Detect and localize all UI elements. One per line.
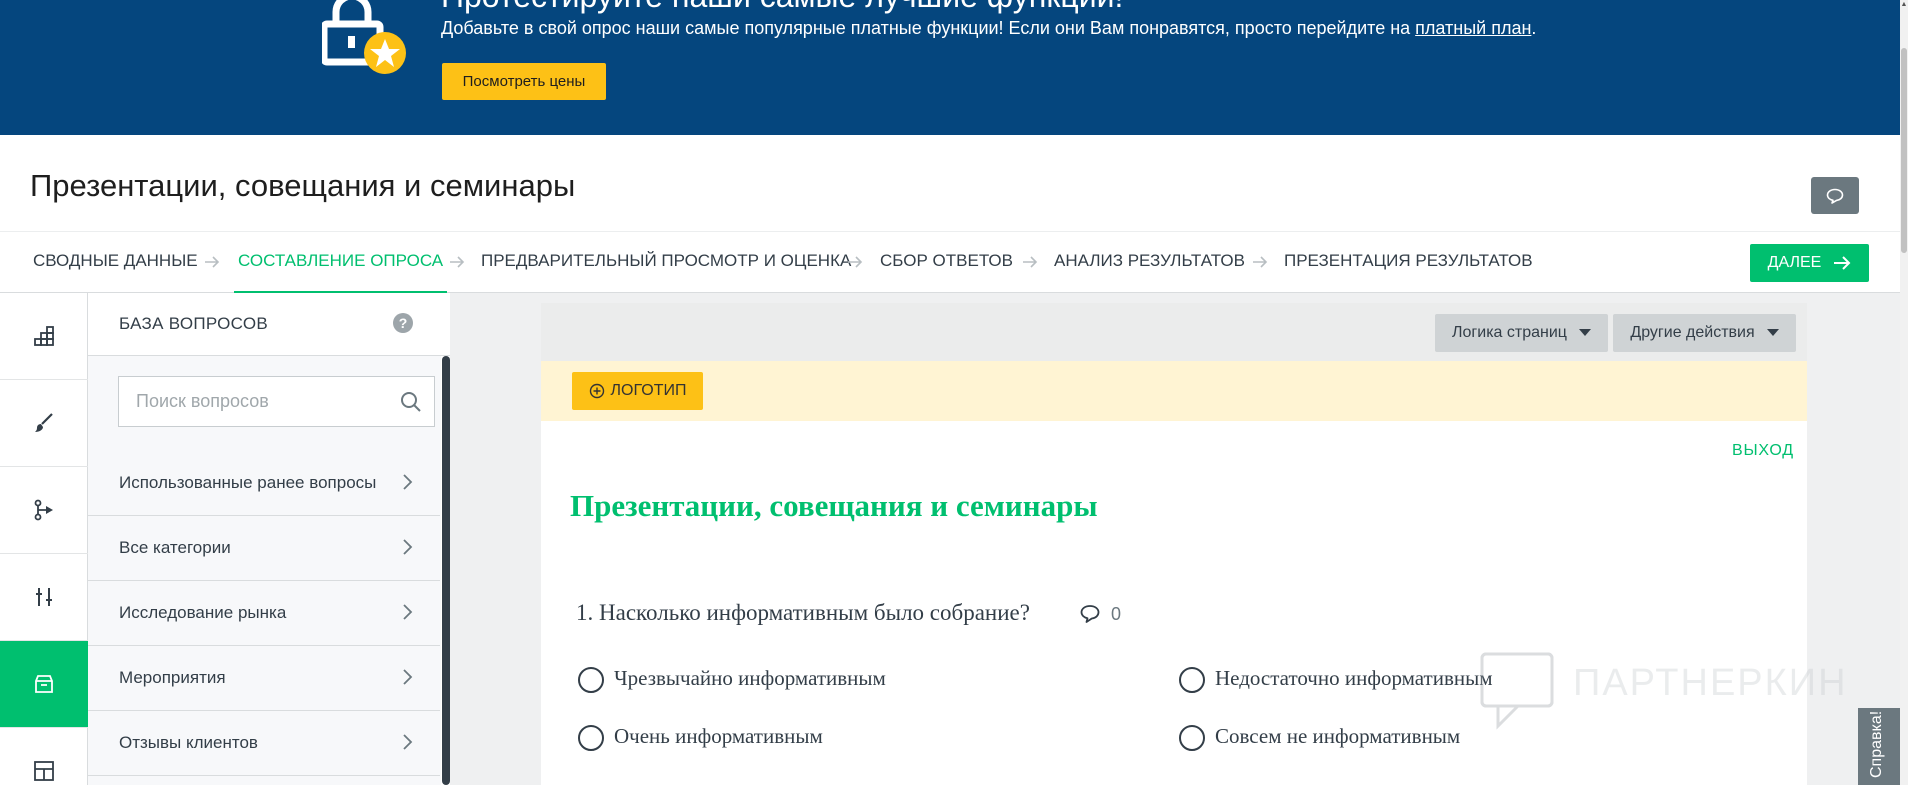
choice-label: Недостаточно информативным [1215,666,1493,690]
comment-count: 0 [1111,604,1122,624]
bank-item-label: Использованные ранее вопросы [119,473,377,492]
bank-item-previous-questions[interactable]: Использованные ранее вопросы [88,451,440,516]
building-blocks-icon [34,326,54,346]
view-prices-button[interactable]: Посмотреть цены [442,63,606,100]
survey-page-title[interactable]: Презентации, совещания и семинары [570,488,1098,524]
choice-option[interactable]: Недостаточно информативным [1179,665,1579,695]
caret-down-icon [1578,329,1591,336]
arrow-right-icon [205,256,220,268]
add-logo-button[interactable]: ЛОГОТИП [572,372,703,410]
banner-subtext-end: . [1531,18,1537,38]
page-logic-dropdown[interactable]: Логика страниц [1435,314,1608,352]
question-bank-scrollbar[interactable] [441,356,450,785]
lock-star-icon [322,0,406,74]
choice-label: Совсем не информативным [1215,724,1461,748]
exit-link[interactable]: ВЫХОД [1732,442,1794,460]
speech-bubble-icon [1826,188,1844,204]
survey-canvas: Логика страниц Другие действия ЛОГОТИП В… [450,293,1900,785]
rail-item-themes[interactable] [0,728,88,785]
logo-band: ЛОГОТИП [541,361,1807,421]
step-summary[interactable]: СВОДНЫЕ ДАННЫЕ [33,232,198,292]
bank-item-all-categories[interactable]: Все категории [88,516,440,581]
step-design-survey[interactable]: СОСТАВЛЕНИЕ ОПРОСА [233,232,448,294]
choice-option[interactable]: Очень информативным [578,723,978,753]
radio-button[interactable] [578,667,604,693]
bank-item-events[interactable]: Мероприятия [88,646,440,711]
bank-item-customer-feedback[interactable]: Отзывы клиентов [88,711,440,776]
bank-item-market-research[interactable]: Исследование рынка [88,581,440,646]
step-navigation: СВОДНЫЕ ДАННЫЕ СОСТАВЛЕНИЕ ОПРОСА ПРЕДВА… [0,231,1900,294]
arrow-right-icon [848,256,863,268]
next-button[interactable]: ДАЛЕЕ [1750,244,1869,282]
question-bank-header: БАЗА ВОПРОСОВ ? [88,293,450,356]
radio-button[interactable] [578,725,604,751]
promo-banner: Протестируйте наши самые лучшие функции!… [0,0,1900,135]
scroll-up-arrow-icon[interactable]: ▲ [1900,0,1908,10]
question-search-input[interactable] [119,377,389,426]
radio-button[interactable] [1179,725,1205,751]
window-scrollbar[interactable]: ▲ [1900,0,1908,785]
rail-item-builder[interactable] [0,293,88,380]
question-bank-title: БАЗА ВОПРОСОВ [119,314,269,333]
help-tab[interactable]: Справка! [1858,708,1900,785]
caret-down-icon [1766,329,1779,336]
chevron-right-icon [403,669,413,685]
choice-label: Очень информативным [614,724,823,748]
arrow-right-icon [450,256,465,268]
question-search-box [118,376,435,427]
search-icon[interactable] [399,390,423,414]
bank-item-label: Мероприятия [119,668,226,687]
bank-item-label: Отзывы клиентов [119,733,258,752]
other-actions-label: Другие действия [1630,324,1755,341]
radio-button[interactable] [1179,667,1205,693]
chevron-right-icon [403,734,413,750]
chevron-right-icon [403,604,413,620]
question-text[interactable]: 1. Насколько информативным было собрание… [576,600,1030,626]
help-tab-label: Справка! [1868,710,1885,778]
step-collect-responses[interactable]: СБОР ОТВЕТОВ [880,232,1013,292]
comments-button[interactable] [1811,177,1859,214]
layout-grid-icon [34,761,54,781]
plus-circle-icon [589,383,604,399]
page-logic-label: Логика страниц [1452,324,1567,341]
arrow-right-icon [1023,256,1038,268]
step-present-results[interactable]: ПРЕЗЕНТАЦИЯ РЕЗУЛЬТАТОВ [1284,232,1533,292]
step-preview-score[interactable]: ПРЕДВАРИТЕЛЬНЫЙ ПРОСМОТР И ОЦЕНКА [481,232,851,292]
question-bank-scrollbar-thumb[interactable] [442,356,450,785]
left-icon-rail [0,293,88,785]
paintbrush-icon [35,413,53,432]
question-bank-panel: БАЗА ВОПРОСОВ ? Использованные ранее воп… [88,293,450,785]
window-scrollbar-thumb[interactable] [1901,48,1907,253]
other-actions-dropdown[interactable]: Другие действия [1613,314,1796,352]
arrow-right-icon [1253,256,1268,268]
banner-subtext: Добавьте в свой опрос наши самые популяр… [441,18,1536,39]
step-analyze-results[interactable]: АНАЛИЗ РЕЗУЛЬТАТОВ [1054,232,1245,292]
rail-item-options[interactable] [0,554,88,641]
add-logo-label: ЛОГОТИП [610,382,687,399]
survey-title: Презентации, совещания и семинары [30,168,576,203]
help-icon[interactable]: ? [393,313,413,333]
rail-item-logic[interactable] [0,467,88,554]
banner-subtext-main: Добавьте в свой опрос наши самые популяр… [441,18,1416,38]
choice-label: Чрезвычайно информативным [614,666,886,690]
question-bank-icon [35,675,53,693]
bank-item-label: Все категории [119,538,231,557]
arrow-right-icon [1834,256,1851,270]
chevron-right-icon [403,539,413,555]
bank-item-label: Исследование рынка [119,603,287,622]
page-toolbar: Логика страниц Другие действия [541,303,1807,361]
banner-headline: Протестируйте наши самые лучшие функции! [441,0,1123,15]
choice-option[interactable]: Совсем не информативным [1179,723,1579,753]
sliders-icon [36,588,52,606]
choice-option[interactable]: Чрезвычайно информативным [578,665,978,695]
rail-item-question-bank[interactable] [0,641,88,728]
survey-page: Логика страниц Другие действия ЛОГОТИП В… [541,303,1807,785]
speech-bubble-icon[interactable] [1079,603,1101,625]
paid-plan-link[interactable]: платный план [1415,18,1531,38]
next-button-label: ДАЛЕЕ [1767,254,1822,271]
logic-branch-icon [34,499,53,521]
chevron-right-icon [403,474,413,490]
rail-item-design[interactable] [0,380,88,467]
